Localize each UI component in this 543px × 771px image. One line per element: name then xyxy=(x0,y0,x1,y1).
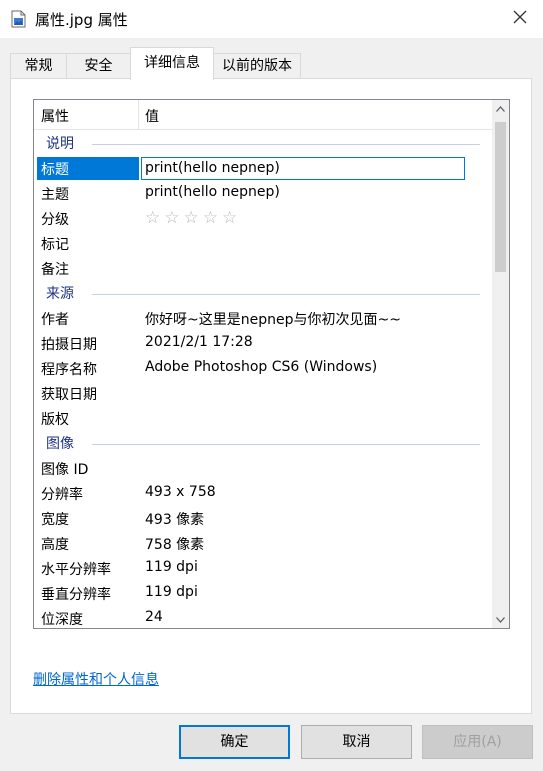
property-value: 119 dpi xyxy=(145,559,198,575)
property-name: 拍摄日期 xyxy=(41,337,97,353)
scroll-up-arrow-icon[interactable] xyxy=(492,100,509,117)
row-vertical-resolution[interactable]: 垂直分辨率 119 dpi xyxy=(34,581,492,606)
property-name: 分辨率 xyxy=(41,487,83,503)
column-divider[interactable] xyxy=(138,100,139,130)
row-comments[interactable]: 备注 xyxy=(34,256,492,281)
image-file-icon xyxy=(11,10,27,28)
row-copyright[interactable]: 版权 xyxy=(34,406,492,431)
row-height[interactable]: 高度 758 像素 xyxy=(34,531,492,556)
row-date-taken[interactable]: 拍摄日期 2021/2/1 17:28 xyxy=(34,331,492,356)
row-tags[interactable]: 标记 xyxy=(34,231,492,256)
property-name: 版权 xyxy=(41,412,69,428)
rating-stars[interactable]: ☆☆☆☆☆ xyxy=(145,208,241,228)
column-header-value[interactable]: 值 xyxy=(145,106,159,126)
property-value: 119 dpi xyxy=(145,584,198,600)
property-value: 493 像素 xyxy=(145,512,205,528)
tab-security[interactable]: 安全 xyxy=(66,53,131,79)
property-value: Adobe Photoshop CS6 (Windows) xyxy=(145,359,378,375)
property-name: 作者 xyxy=(41,312,69,328)
ok-button[interactable]: 确定 xyxy=(179,725,290,759)
row-width[interactable]: 宽度 493 像素 xyxy=(34,506,492,531)
details-panel: 属性 值 说明 标题 print(hello nepnep) 主题 print(… xyxy=(10,78,532,714)
group-label: 说明 xyxy=(46,136,74,152)
property-list[interactable]: 属性 值 说明 标题 print(hello nepnep) 主题 print(… xyxy=(33,99,510,629)
row-subject[interactable]: 主题 print(hello nepnep) xyxy=(34,181,492,206)
property-value: print(hello nepnep) xyxy=(145,184,280,200)
property-name: 宽度 xyxy=(41,512,69,528)
property-rows: 说明 标题 print(hello nepnep) 主题 print(hello… xyxy=(34,131,492,628)
property-name: 垂直分辨率 xyxy=(41,587,111,603)
scroll-down-arrow-icon[interactable] xyxy=(492,611,509,628)
group-label: 来源 xyxy=(46,286,74,302)
vertical-scrollbar[interactable] xyxy=(492,100,509,628)
tab-general[interactable]: 常规 xyxy=(10,53,67,79)
column-header-property[interactable]: 属性 xyxy=(41,106,69,126)
row-dimensions[interactable]: 分辨率 493 x 758 xyxy=(34,481,492,506)
cancel-button[interactable]: 取消 xyxy=(301,725,412,759)
property-name: 获取日期 xyxy=(41,387,97,403)
property-name: 标题 xyxy=(41,162,69,178)
property-name: 位深度 xyxy=(41,612,83,628)
property-name: 分级 xyxy=(41,212,69,228)
property-value: 493 x 758 xyxy=(145,484,216,500)
property-name: 标记 xyxy=(41,237,69,253)
property-value: 2021/2/1 17:28 xyxy=(145,334,253,350)
row-rating[interactable]: 分级 ☆☆☆☆☆ xyxy=(34,206,492,231)
row-author[interactable]: 作者 你好呀~这里是nepnep与你初次见面~~ xyxy=(34,306,492,331)
list-header: 属性 值 xyxy=(34,100,492,130)
group-origin: 来源 xyxy=(34,281,492,306)
property-value: 你好呀~这里是nepnep与你初次见面~~ xyxy=(145,312,401,328)
title-edit-field[interactable]: print(hello nepnep) xyxy=(141,157,465,180)
property-name: 主题 xyxy=(41,187,69,203)
row-program-name[interactable]: 程序名称 Adobe Photoshop CS6 (Windows) xyxy=(34,356,492,381)
close-icon xyxy=(513,10,527,28)
close-button[interactable] xyxy=(497,0,543,38)
group-divider xyxy=(92,444,480,445)
property-name: 水平分辨率 xyxy=(41,562,111,578)
property-name: 图像 ID xyxy=(41,462,89,478)
tab-previous-versions[interactable]: 以前的版本 xyxy=(213,53,301,79)
property-name: 高度 xyxy=(41,537,69,553)
group-description: 说明 xyxy=(34,131,492,156)
window-title: 属性.jpg 属性 xyxy=(35,11,128,29)
group-image: 图像 xyxy=(34,431,492,456)
apply-button[interactable]: 应用(A) xyxy=(422,725,533,759)
property-value: 24 xyxy=(145,609,163,625)
properties-window: 属性.jpg 属性 常规 安全 详细信息 以前的版本 属性 值 说明 标题 pr… xyxy=(0,0,543,771)
row-title[interactable]: 标题 print(hello nepnep) xyxy=(34,156,492,181)
group-label: 图像 xyxy=(46,436,74,452)
property-value: 758 像素 xyxy=(145,537,205,553)
property-name: 程序名称 xyxy=(41,362,97,378)
remove-properties-link[interactable]: 删除属性和个人信息 xyxy=(33,669,159,689)
group-divider xyxy=(92,144,480,145)
scrollbar-thumb[interactable] xyxy=(495,122,506,272)
row-bit-depth[interactable]: 位深度 24 xyxy=(34,606,492,628)
tab-details[interactable]: 详细信息 xyxy=(130,47,214,80)
row-date-acquired[interactable]: 获取日期 xyxy=(34,381,492,406)
property-name: 备注 xyxy=(41,262,69,278)
row-horizontal-resolution[interactable]: 水平分辨率 119 dpi xyxy=(34,556,492,581)
row-image-id[interactable]: 图像 ID xyxy=(34,456,492,481)
group-divider xyxy=(92,294,480,295)
title-bar[interactable]: 属性.jpg 属性 xyxy=(0,0,543,38)
